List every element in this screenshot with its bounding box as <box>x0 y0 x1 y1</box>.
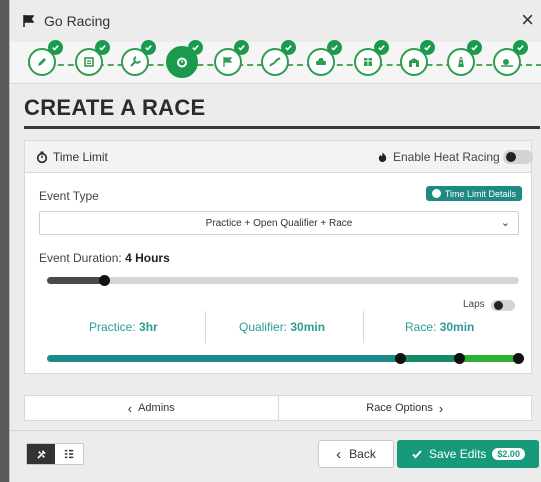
event-type-select[interactable]: Practice + Open Qualifier + Race ⌄ <box>39 211 519 235</box>
flag-icon <box>223 57 233 67</box>
split-divider <box>205 311 206 343</box>
check-icon <box>466 40 482 55</box>
event-duration-slider[interactable] <box>47 275 519 286</box>
check-icon <box>513 40 528 55</box>
race-options-button[interactable]: Race Options › <box>279 396 532 420</box>
flag-icon <box>23 15 35 27</box>
back-button[interactable]: ‹ Back <box>318 440 394 468</box>
wrench-icon <box>130 56 141 67</box>
info-icon <box>431 189 441 198</box>
road-icon <box>457 57 464 67</box>
qualifier-split: Qualifier: 30min <box>239 320 326 334</box>
section-title: Time Limit <box>53 150 108 164</box>
split-handle-1[interactable] <box>395 353 406 364</box>
footer-divider <box>10 430 541 431</box>
race-value: 30min <box>439 320 475 334</box>
chevron-right-icon: › <box>438 400 444 416</box>
check-icon <box>412 450 422 459</box>
price-badge: $2.00 <box>492 448 525 460</box>
check-icon <box>327 40 342 55</box>
step-navigation: ‹ Admins Race Options › <box>24 395 532 421</box>
time-limit-card: Time Limit Enable Heat Racing Event Type… <box>24 140 533 374</box>
back-label: Back <box>349 447 376 461</box>
check-icon <box>141 40 156 55</box>
check-icon <box>187 40 203 55</box>
time-limit-details-button[interactable]: Time Limit Details <box>425 186 522 201</box>
title-underline <box>24 126 540 129</box>
time-limit-details-label: Time Limit Details <box>444 188 516 199</box>
heat-racing-toggle[interactable] <box>503 150 533 164</box>
stopwatch-icon <box>176 57 187 68</box>
fire-icon <box>378 152 387 163</box>
weather-icon <box>501 59 513 67</box>
title-bar: Go Racing × <box>10 0 541 42</box>
list-icon <box>83 57 94 67</box>
qualifier-value: 30min <box>290 320 326 334</box>
split-divider <box>363 311 364 343</box>
event-duration-thumb[interactable] <box>99 275 110 286</box>
close-button[interactable]: × <box>521 9 534 31</box>
save-edits-label: Save Edits <box>429 447 487 461</box>
admins-label: Admins <box>138 402 175 414</box>
event-duration-value: 4 Hours <box>125 251 170 265</box>
admins-button[interactable]: ‹ Admins <box>25 396 278 420</box>
heat-racing-label: Enable Heat Racing <box>393 150 500 164</box>
check-icon <box>48 40 63 55</box>
split-handle-3[interactable] <box>513 353 524 364</box>
event-duration-label: Event Duration: 4 Hours <box>39 251 170 265</box>
create-race-dialog: Go Racing × CREATE A RACE Time Limit Ena… <box>9 0 541 482</box>
check-icon <box>94 40 110 55</box>
session-split-slider[interactable] <box>47 353 524 364</box>
save-edits-button[interactable]: Save Edits $2.00 <box>397 440 539 468</box>
stopwatch-icon <box>36 151 48 163</box>
list-view-button[interactable] <box>55 444 83 464</box>
garage-icon <box>409 58 419 67</box>
event-type-value: Practice + Open Qualifier + Race <box>205 217 353 229</box>
qualifier-segment <box>401 355 460 362</box>
split-handle-2[interactable] <box>454 353 465 364</box>
car-icon <box>316 58 326 65</box>
practice-split: Practice: 3hr <box>89 320 158 334</box>
check-icon <box>373 40 389 55</box>
race-options-label: Race Options <box>366 402 433 414</box>
pencil-icon <box>38 58 46 66</box>
check-icon <box>420 40 435 55</box>
card-header: Time Limit Enable Heat Racing <box>25 141 533 173</box>
list-icon <box>64 449 74 459</box>
check-icon <box>280 40 296 55</box>
practice-value: 3hr <box>139 320 158 334</box>
check-icon <box>234 40 249 55</box>
chevron-left-icon: ‹ <box>127 400 133 416</box>
practice-segment <box>47 355 401 362</box>
grid-icon <box>363 58 372 66</box>
tools-icon <box>36 449 46 459</box>
race-segment <box>460 355 519 362</box>
laps-toggle[interactable] <box>491 300 515 311</box>
chevron-left-icon: ‹ <box>336 445 342 463</box>
wizard-view-button[interactable] <box>27 444 55 464</box>
event-duration-fill <box>47 277 104 284</box>
track-icon <box>268 57 281 67</box>
race-split: Race: 30min <box>405 320 475 334</box>
laps-label: Laps <box>463 299 485 310</box>
chevron-down-icon: ⌄ <box>500 217 510 229</box>
event-type-label: Event Type <box>39 189 99 203</box>
window-title: Go Racing <box>44 13 111 29</box>
view-toggle <box>26 443 84 465</box>
page-title: CREATE A RACE <box>24 95 206 120</box>
